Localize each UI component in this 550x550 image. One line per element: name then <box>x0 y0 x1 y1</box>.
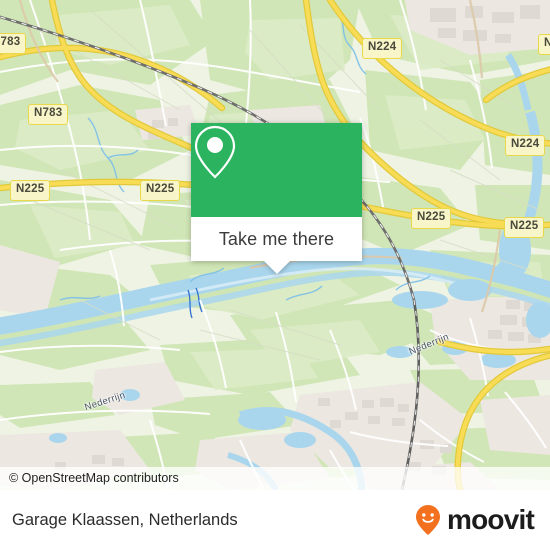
attribution-text: © OpenStreetMap contributors <box>9 471 179 485</box>
road-shield: N783 <box>28 104 69 125</box>
road-shield: N225 <box>411 208 452 229</box>
map-screenshot: N783 N783 N224 N224 N N225 N225 N225 N22… <box>0 0 550 550</box>
moovit-brand[interactable]: moovit <box>415 504 535 536</box>
callout-label: Take me there <box>218 228 335 249</box>
road-shield: N224 <box>505 135 546 156</box>
map-canvas[interactable]: N783 N783 N224 N224 N N225 N225 N225 N22… <box>0 0 550 490</box>
callout-icon-area <box>191 123 362 217</box>
moovit-wordmark: moovit <box>447 504 535 535</box>
map-pin-icon <box>194 125 236 179</box>
road-shield: N224 <box>362 38 403 59</box>
road-shield: N783 <box>0 33 27 54</box>
map-attribution[interactable]: © OpenStreetMap contributors <box>0 467 550 490</box>
callout-pointer <box>263 261 290 274</box>
road-shield: N225 <box>10 180 51 201</box>
place-title: Garage Klaassen, Netherlands <box>12 510 238 529</box>
road-shield: N225 <box>504 217 545 238</box>
take-me-there-callout[interactable]: Take me there <box>191 123 362 274</box>
callout-action[interactable]: Take me there <box>191 217 362 261</box>
footer-bar: Garage Klaassen, Netherlands moovit <box>0 490 550 550</box>
road-shield: N225 <box>140 180 181 201</box>
road-shield: N <box>538 34 550 55</box>
moovit-smiley-pin-icon <box>416 505 441 535</box>
